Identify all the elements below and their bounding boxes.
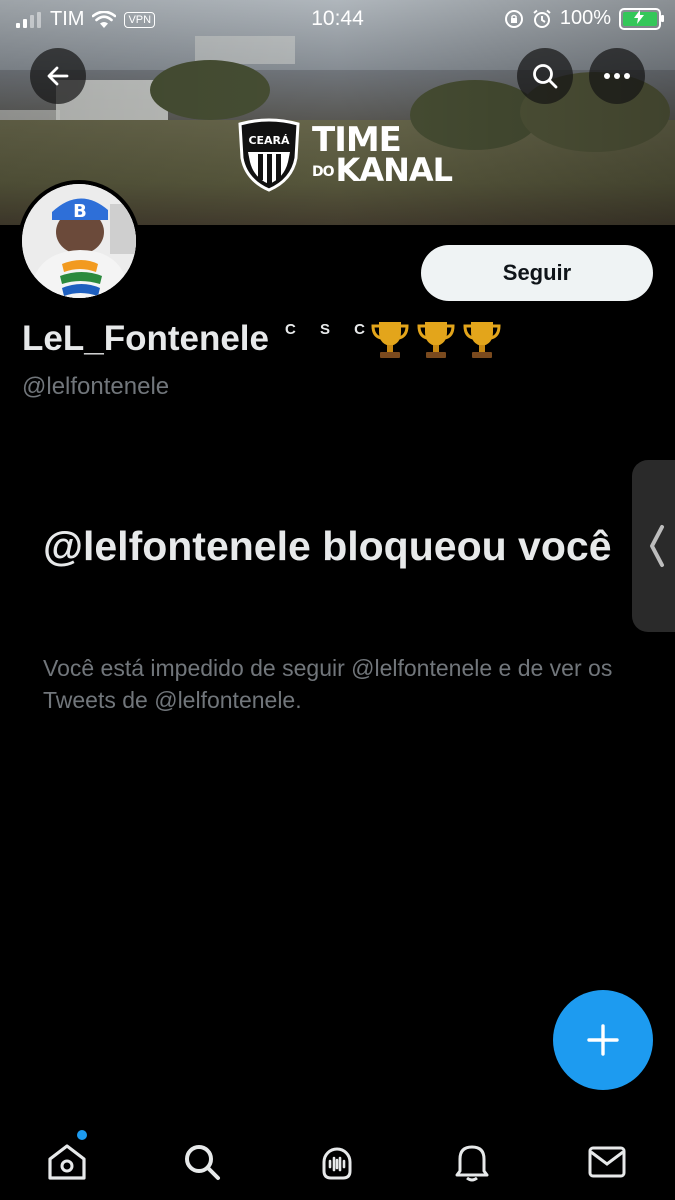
display-name: LeL_Fontenele [22, 319, 269, 358]
plus-icon [587, 1024, 619, 1056]
notification-dot [77, 1130, 87, 1140]
trophy-icon [417, 322, 455, 358]
tab-search[interactable] [172, 1132, 232, 1192]
follow-button[interactable]: Seguir [421, 245, 653, 301]
brand-wordmark: TIME DOKANAL [312, 124, 453, 186]
more-button[interactable] [589, 48, 645, 104]
tab-home[interactable] [37, 1130, 97, 1192]
bottom-tab-bar [0, 1120, 675, 1200]
blocked-title: @lelfontenele bloqueou você [43, 523, 612, 569]
spaces-icon [322, 1147, 352, 1180]
status-bar: TIM VPN 10:44 100% [0, 0, 675, 38]
avatar-image: B [22, 184, 136, 298]
blocked-description: Você está impedido de seguir @lelfontene… [43, 655, 613, 713]
search-button[interactable] [517, 48, 573, 104]
side-panel-handle[interactable] [632, 460, 675, 632]
search-icon [533, 64, 558, 89]
back-button[interactable] [30, 48, 86, 104]
tab-messages[interactable] [577, 1132, 637, 1192]
bell-icon [455, 1145, 489, 1182]
brand-line2: KANAL [335, 150, 453, 189]
trophy-emojis [369, 318, 503, 360]
arrow-left-icon [47, 66, 69, 86]
name-suffix: C S C [284, 320, 375, 338]
more-horizontal-icon [604, 73, 630, 79]
compose-tweet-button[interactable] [553, 990, 653, 1090]
svg-text:B: B [73, 201, 87, 222]
avatar[interactable]: B [18, 180, 140, 302]
banner-logo: CEARÁ TIME DOKANAL [236, 118, 453, 192]
search-icon [185, 1145, 220, 1180]
avatar-photo-icon: B [22, 184, 136, 298]
chevron-left-icon [650, 525, 664, 567]
tab-notifications[interactable] [442, 1132, 502, 1192]
crest-text: CEARÁ [248, 134, 290, 147]
rotation-lock-icon [504, 9, 523, 28]
crest-icon: CEARÁ [238, 118, 300, 192]
charging-bolt-icon [634, 9, 644, 24]
mail-icon [588, 1146, 626, 1178]
trophy-icon [371, 322, 409, 358]
profile-handle: @lelfontenele [22, 373, 170, 400]
tab-spaces[interactable] [307, 1132, 367, 1192]
alarm-icon [533, 9, 551, 28]
trophy-icon [463, 322, 501, 358]
home-icon [48, 1144, 86, 1180]
battery-percent: 100% [559, 7, 611, 29]
brand-do: DO [312, 163, 335, 180]
battery-icon [619, 7, 664, 30]
profile-name-row: LeL_Fontenele C S C [22, 318, 503, 360]
